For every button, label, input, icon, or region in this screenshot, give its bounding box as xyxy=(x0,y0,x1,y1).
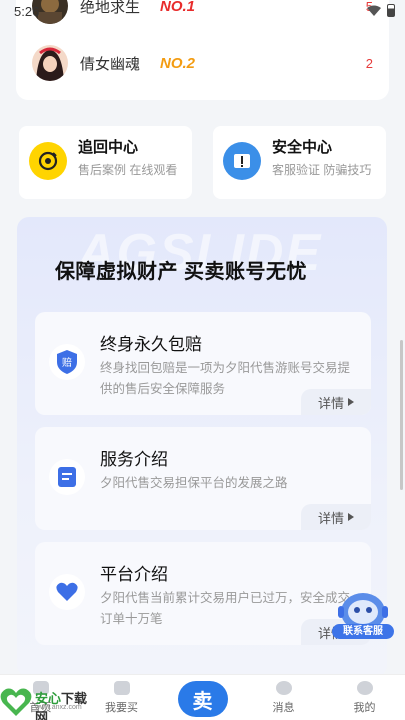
status-bar: 5:26 xyxy=(0,0,405,24)
game-name: 倩女幽魂 xyxy=(80,55,141,73)
feature-desc: 夕阳代售交易担保平台的发展之路 xyxy=(100,476,288,490)
profile-icon xyxy=(356,681,373,695)
feature-card-lifetime-compensation[interactable]: 赔 终身永久包赔 终身找回包赔是一项为夕阳代售游账号交易提供的售后安全保障服务 … xyxy=(35,312,371,415)
arrow-right-icon xyxy=(348,513,354,521)
recover-icon xyxy=(29,142,67,180)
wifi-icon xyxy=(367,5,381,16)
shield-pay-icon: 赔 xyxy=(49,344,85,380)
feature-card-service-intro[interactable]: 服务介绍 夕阳代售交易担保平台的发展之路 详情 xyxy=(35,427,371,530)
brand-logo: 安心下载网 www.anxz.com xyxy=(0,680,100,720)
tab-sell[interactable]: 卖 xyxy=(162,675,243,720)
scrollbar[interactable] xyxy=(400,340,403,490)
arrow-right-icon xyxy=(348,398,354,406)
feature-title: 终身永久包赔 xyxy=(100,335,202,354)
feature-title: 平台介绍 xyxy=(100,565,168,584)
customer-service-label: 联系客服 xyxy=(332,624,394,639)
guarantee-heading: 保障虚拟财产 买卖账号无忧 xyxy=(55,261,308,283)
customer-service-button[interactable]: 联系客服 xyxy=(332,588,394,644)
service-desc: 客服验证 防骗技巧 xyxy=(272,163,372,177)
brand-url: www.anxz.com xyxy=(35,704,82,711)
sell-button[interactable]: 卖 xyxy=(177,681,228,717)
ranking-row[interactable]: 倩女幽魂 NO.2 2 xyxy=(32,43,373,83)
tab-messages[interactable]: 消息 xyxy=(243,675,324,720)
service-title: 追回中心 xyxy=(78,139,139,156)
security-center-card[interactable]: 安全中心 客服验证 防骗技巧 xyxy=(213,126,386,199)
tab-label: 消息 xyxy=(272,702,295,714)
tab-profile[interactable]: 我的 xyxy=(324,675,405,720)
feature-card-platform-intro[interactable]: 平台介绍 夕阳代售当前累计交易用户已过万，安全成交订单十万笔 详情 xyxy=(35,542,371,645)
chat-icon xyxy=(275,681,292,695)
service-desc: 售后案例 在线观看 xyxy=(78,163,178,177)
heart-icon xyxy=(49,574,85,610)
brand-heart-icon xyxy=(0,688,32,716)
detail-button[interactable]: 详情 xyxy=(301,504,371,530)
document-icon xyxy=(49,459,85,495)
guarantee-panel: AGSLIDE 保障虚拟财产 买卖账号无忧 赔 终身永久包赔 终身找回包赔是一项… xyxy=(17,217,387,677)
book-icon xyxy=(223,142,261,180)
detail-button[interactable]: 详情 xyxy=(301,389,371,415)
status-icons xyxy=(367,4,395,17)
service-title: 安全中心 xyxy=(272,139,333,156)
svg-text:赔: 赔 xyxy=(62,356,72,369)
status-time: 5:26 xyxy=(14,4,40,19)
tab-label: 我要买 xyxy=(105,702,138,714)
battery-icon xyxy=(387,4,395,17)
tab-label: 我的 xyxy=(353,702,376,714)
game-avatar xyxy=(32,45,68,81)
recover-center-card[interactable]: 追回中心 售后案例 在线观看 xyxy=(19,126,192,199)
detail-label: 详情 xyxy=(317,395,344,411)
feature-title: 服务介绍 xyxy=(100,450,168,469)
detail-label: 详情 xyxy=(317,510,344,526)
mail-icon xyxy=(113,681,130,695)
rank-number: NO.2 xyxy=(160,54,196,72)
rank-count: 2 xyxy=(365,55,373,71)
